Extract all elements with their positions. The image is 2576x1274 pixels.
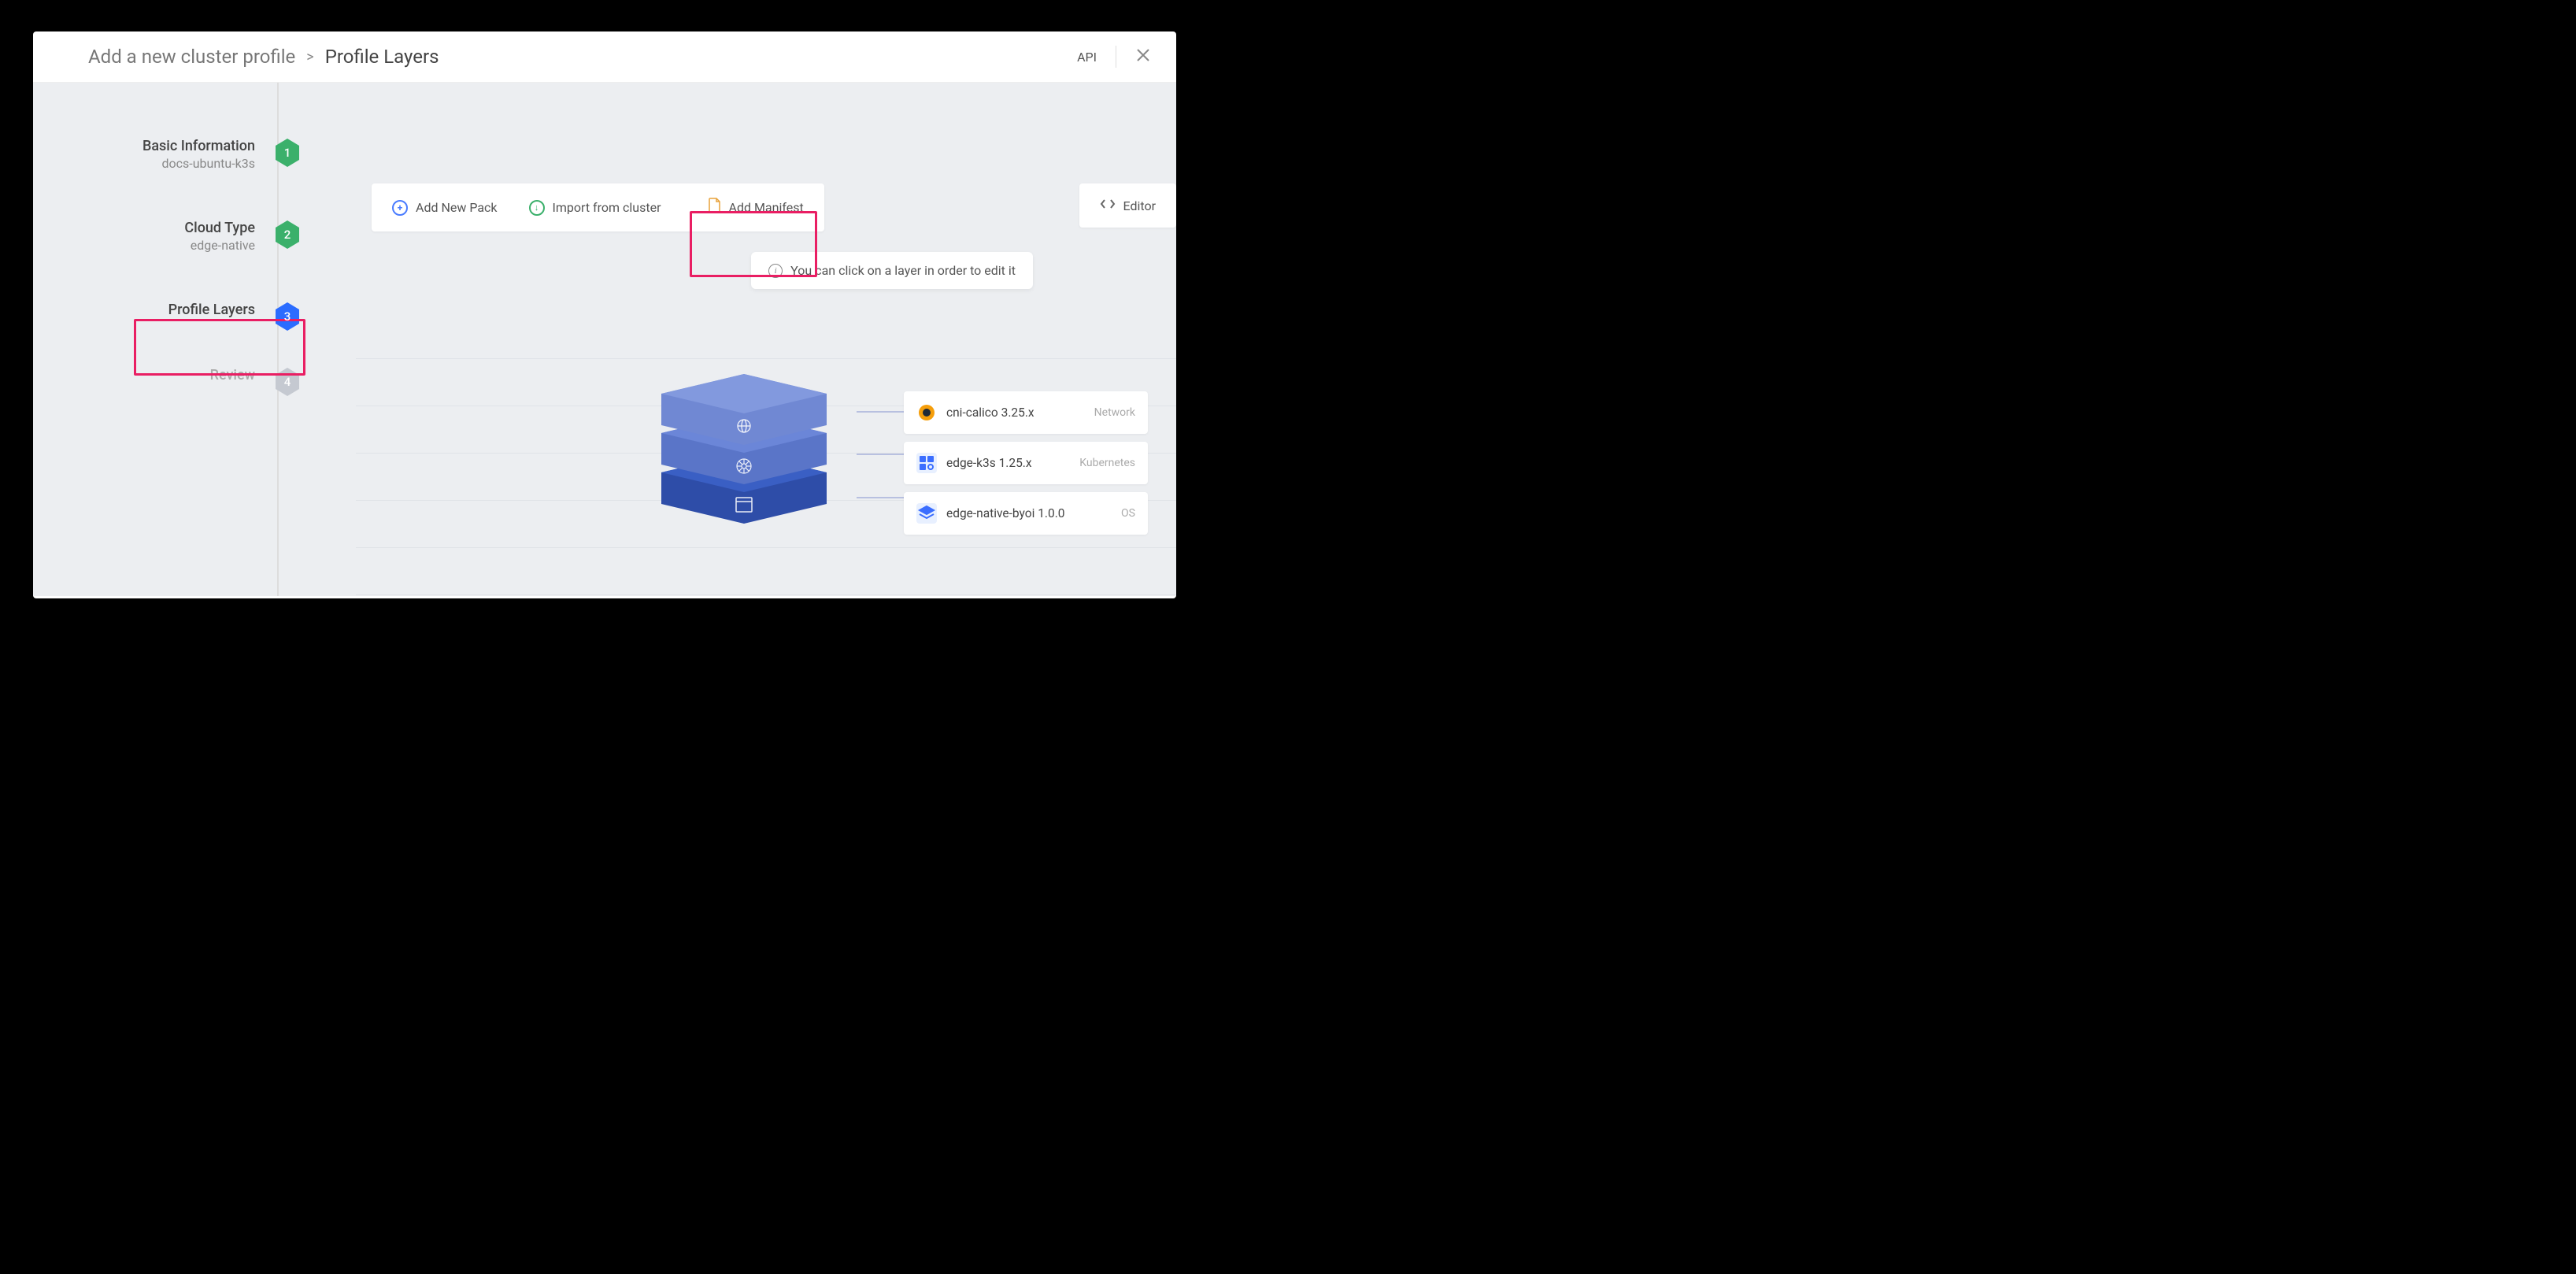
layer-hex-network[interactable]: [630, 370, 858, 457]
step-title: Cloud Type: [184, 220, 255, 236]
file-icon: [709, 198, 721, 217]
step-title: Review: [210, 367, 255, 383]
layer-card-kubernetes[interactable]: edge-k3s 1.25.x Kubernetes: [904, 442, 1148, 484]
layer-name: edge-k3s 1.25.x: [946, 456, 1070, 470]
layer-card-os[interactable]: edge-native-byoi 1.0.0 OS: [904, 492, 1148, 535]
add-new-pack-button[interactable]: + Add New Pack: [392, 200, 498, 216]
step-basic-information[interactable]: Basic Information docs-ubuntu-k3s 1: [33, 138, 293, 171]
info-icon: i: [768, 264, 783, 278]
helm-icon: [735, 457, 753, 478]
calico-icon: [916, 402, 937, 423]
layer-cards: cni-calico 3.25.x Network edge-k3s 1.25.…: [904, 391, 1148, 543]
close-button[interactable]: [1135, 47, 1151, 67]
layers-icon: [916, 503, 937, 524]
breadcrumb: Add a new cluster profile > Profile Laye…: [88, 46, 439, 68]
modal-header: Add a new cluster profile > Profile Laye…: [33, 31, 1176, 83]
connector-line: [857, 497, 908, 498]
layer-card-network[interactable]: cni-calico 3.25.x Network: [904, 391, 1148, 434]
k3s-icon: [916, 453, 937, 473]
hint-tooltip: i You can click on a layer in order to e…: [751, 252, 1033, 289]
stepper: Basic Information docs-ubuntu-k3s 1 Clou…: [33, 83, 293, 596]
modal-window: Add a new cluster profile > Profile Laye…: [33, 31, 1176, 598]
layer-type: Network: [1094, 406, 1135, 419]
plus-icon: +: [392, 200, 408, 216]
layer-toolbar: + Add New Pack ↓ Import from cluster Add…: [372, 183, 824, 231]
step-subtitle: edge-native: [184, 238, 255, 253]
connector-line: [857, 411, 908, 413]
step-title: Basic Information: [142, 138, 255, 154]
add-manifest-button[interactable]: Add Manifest: [709, 198, 804, 217]
breadcrumb-current: Profile Layers: [325, 46, 439, 68]
step-review[interactable]: Review 4: [33, 367, 293, 383]
layer-type: OS: [1121, 507, 1135, 520]
layer-type: Kubernetes: [1079, 457, 1135, 469]
layer-name: edge-native-byoi 1.0.0: [946, 506, 1112, 520]
step-subtitle: docs-ubuntu-k3s: [142, 156, 255, 171]
modal-content: Basic Information docs-ubuntu-k3s 1 Clou…: [33, 83, 1176, 596]
connector-line: [857, 454, 908, 455]
window-icon: [735, 497, 753, 516]
download-icon: ↓: [529, 200, 545, 216]
step-cloud-type[interactable]: Cloud Type edge-native 2: [33, 220, 293, 253]
editor-button[interactable]: Editor: [1079, 183, 1176, 228]
globe-icon: [736, 418, 752, 437]
header-actions: API: [1077, 46, 1151, 68]
import-from-cluster-button[interactable]: ↓ Import from cluster: [529, 200, 661, 216]
breadcrumb-separator: >: [306, 49, 313, 65]
step-title: Profile Layers: [168, 302, 255, 318]
layer-name: cni-calico 3.25.x: [946, 406, 1085, 420]
step-profile-layers[interactable]: Profile Layers 3: [33, 302, 293, 318]
api-link[interactable]: API: [1077, 50, 1097, 65]
main-panel: + Add New Pack ↓ Import from cluster Add…: [293, 83, 1176, 596]
code-icon: [1100, 198, 1116, 213]
breadcrumb-parent[interactable]: Add a new cluster profile: [88, 46, 295, 68]
hint-text: You can click on a layer in order to edi…: [790, 263, 1016, 278]
